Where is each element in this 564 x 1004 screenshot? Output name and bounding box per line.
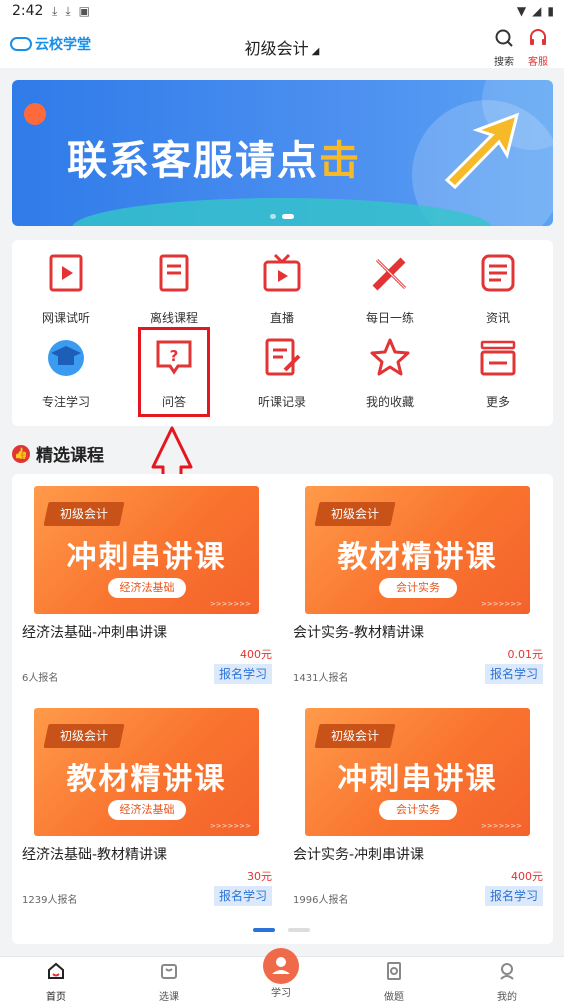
top-header: 云校学堂 初级会计 ◢ 搜索 客服 xyxy=(0,24,564,68)
grid-item-live[interactable]: 直播 xyxy=(228,240,336,325)
news-icon xyxy=(481,254,515,292)
course-card[interactable]: 初级会计 教材精讲课 经济法基础 >>>>>>> 经济法基础-教材精讲课 30元… xyxy=(12,696,272,906)
nav-home[interactable]: 首页 xyxy=(26,961,86,1003)
banner-indicator-active xyxy=(282,214,294,219)
app-notification-icon: ▣ xyxy=(78,4,90,18)
page-indicator xyxy=(288,928,310,932)
grid-item-trial[interactable]: 网课试听 xyxy=(12,240,120,325)
course-title: 会计实务-冲刺串讲课 xyxy=(293,847,425,863)
arrow-up-right-icon xyxy=(444,112,520,190)
more-list-icon xyxy=(480,340,516,376)
course-thumbnail: 初级会计 教材精讲课 会计实务 >>>>>>> xyxy=(305,486,530,614)
thumbs-up-icon: 👍 xyxy=(12,444,30,463)
cart-icon xyxy=(161,964,177,979)
download-icon: ⤓ xyxy=(52,4,58,18)
tv-icon xyxy=(263,253,301,292)
wifi-icon: ▼ xyxy=(516,4,527,18)
grid-item-offline[interactable]: 离线课程 xyxy=(120,240,228,325)
offline-book-icon xyxy=(159,254,189,292)
course-price: 400元 xyxy=(511,870,543,883)
highlight-box xyxy=(138,327,210,417)
headset-icon xyxy=(530,29,546,45)
pencil-ruler-icon xyxy=(372,257,407,291)
enroll-button[interactable]: 报名学习 xyxy=(214,886,272,906)
graduation-cap-icon xyxy=(48,340,84,376)
customer-service-button[interactable]: 客服 xyxy=(522,28,554,68)
grid-item-news[interactable]: 资讯 xyxy=(444,240,552,325)
banner-indicator xyxy=(270,214,276,219)
enroll-button[interactable]: 报名学习 xyxy=(485,664,543,684)
service-label: 客服 xyxy=(528,57,548,68)
course-title: 经济法基础-冲刺串讲课 xyxy=(22,625,168,641)
video-book-icon xyxy=(49,254,83,292)
study-icon xyxy=(272,957,290,974)
course-card[interactable]: 初级会计 教材精讲课 会计实务 >>>>>>> 会计实务-教材精讲课 0.01元… xyxy=(283,474,543,684)
caret-icon: ◢ xyxy=(311,46,320,57)
status-time: 2:42 xyxy=(12,3,44,19)
nav-exercise[interactable]: 做题 xyxy=(364,961,424,1003)
signal-icon: ◢ xyxy=(532,4,542,18)
search-button[interactable]: 搜索 xyxy=(488,28,520,68)
star-icon xyxy=(370,338,410,376)
enroll-button[interactable]: 报名学习 xyxy=(214,664,272,684)
nav-profile[interactable]: 我的 xyxy=(477,961,537,1003)
grid-item-history[interactable]: 听课记录 xyxy=(228,324,336,409)
nav-courses[interactable]: 选课 xyxy=(139,961,199,1003)
course-thumbnail: 初级会计 教材精讲课 经济法基础 >>>>>>> xyxy=(34,708,259,836)
grid-item-focus[interactable]: 专注学习 xyxy=(12,324,120,409)
download-icon-2: ⤓ xyxy=(65,4,71,18)
profile-icon xyxy=(500,963,514,980)
home-icon xyxy=(48,962,64,979)
course-list: 初级会计 冲刺串讲课 经济法基础 >>>>>>> 经济法基础-冲刺串讲课 400… xyxy=(12,474,553,944)
exam-title: 初级会计 xyxy=(244,39,309,58)
search-icon xyxy=(495,29,513,47)
course-thumbnail: 初级会计 冲刺串讲课 会计实务 >>>>>>> xyxy=(305,708,530,836)
course-price: 0.01元 xyxy=(507,648,544,661)
course-card[interactable]: 初级会计 冲刺串讲课 会计实务 >>>>>>> 会计实务-冲刺串讲课 400元 … xyxy=(283,696,543,906)
edit-document-icon xyxy=(265,338,301,376)
grid-item-daily[interactable]: 每日一练 xyxy=(336,240,444,325)
section-header: 👍 精选课程 xyxy=(12,441,104,466)
course-price: 30元 xyxy=(247,870,272,883)
course-enrolled: 1431人报名 xyxy=(293,673,349,684)
page-indicator-active xyxy=(253,928,275,932)
exam-selector[interactable]: 初级会计 ◢ xyxy=(0,35,564,59)
course-enrolled: 1996人报名 xyxy=(293,895,349,906)
section-title: 精选课程 xyxy=(36,446,104,466)
course-enrolled: 1239人报名 xyxy=(22,895,78,906)
enroll-button[interactable]: 报名学习 xyxy=(485,886,543,906)
grid-item-favorites[interactable]: 我的收藏 xyxy=(336,324,444,409)
course-title: 经济法基础-教材精讲课 xyxy=(22,847,168,863)
course-thumbnail: 初级会计 冲刺串讲课 经济法基础 >>>>>>> xyxy=(34,486,259,614)
study-button[interactable] xyxy=(263,948,299,984)
decor-dot xyxy=(24,103,46,125)
course-title: 会计实务-教材精讲课 xyxy=(293,625,425,641)
grid-item-more[interactable]: 更多 xyxy=(444,324,552,409)
feature-grid: 网课试听 离线课程 直播 每日一练 资讯 专注学习 ? 问答 听课记录 我的收藏… xyxy=(12,240,553,426)
search-label: 搜索 xyxy=(494,57,514,68)
battery-icon: ▮ xyxy=(547,4,554,18)
status-bar: 2:42 ⤓ ⤓ ▣ ▼ ◢ ▮ xyxy=(0,0,564,24)
course-price: 400元 xyxy=(240,648,272,661)
promo-banner[interactable]: 联系客服请点击 xyxy=(12,80,553,226)
course-card[interactable]: 初级会计 冲刺串讲课 经济法基础 >>>>>>> 经济法基础-冲刺串讲课 400… xyxy=(12,474,272,684)
course-enrolled: 6人报名 xyxy=(22,673,59,684)
banner-text: 联系客服请点击 xyxy=(67,138,361,184)
exercise-icon xyxy=(387,962,401,980)
